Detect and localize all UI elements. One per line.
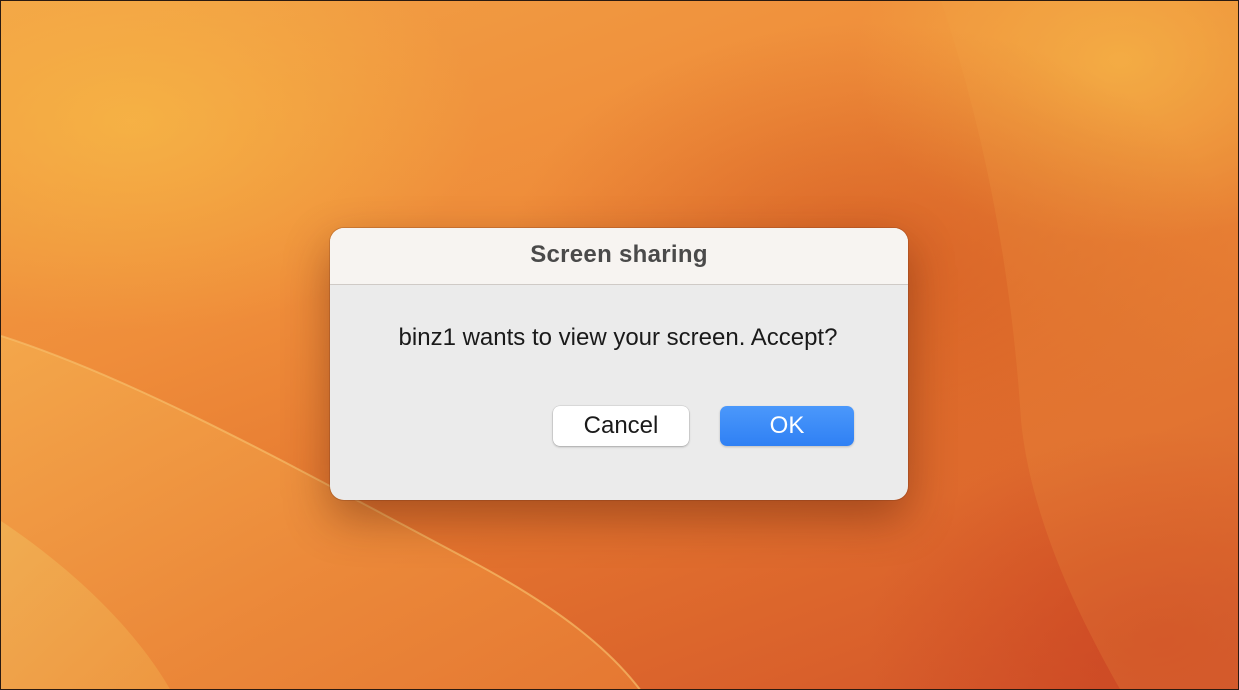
dialog-message: binz1 wants to view your screen. Accept? [398,324,838,351]
cancel-button[interactable]: Cancel [553,406,689,446]
dialog-title: Screen sharing [530,240,708,268]
dialog-titlebar: Screen sharing [330,228,908,285]
ok-button[interactable]: OK [720,406,854,446]
desktop: Screen sharing binz1 wants to view your … [0,0,1239,690]
screen-sharing-dialog: Screen sharing binz1 wants to view your … [330,228,908,500]
